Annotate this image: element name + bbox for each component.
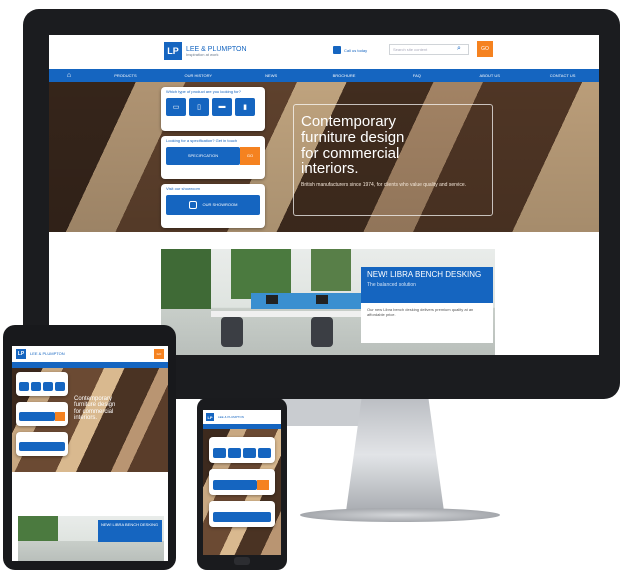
hero-banner: Contemporary furniture design for commer… <box>49 82 599 232</box>
tablet-office-photo: NEW! LIBRA BENCH DESKING <box>18 516 164 561</box>
hero-subtitle: British manufacturers since 1974, for cl… <box>301 182 467 188</box>
phone-specification-card[interactable] <box>209 469 275 495</box>
hero-title-line-4: interiors. <box>301 160 359 178</box>
product-type-label: Which type of product are you looking fo… <box>166 89 241 94</box>
showroom-button[interactable]: OUR SHOWROOM <box>166 194 260 215</box>
office-photo: NEW! LIBRA BENCH DESKING The balanced so… <box>161 249 495 355</box>
search-go-button[interactable]: GO <box>477 41 493 57</box>
tablet-specification-card[interactable] <box>16 402 68 426</box>
phone-device: LP LEE & PLUMPTON <box>197 398 287 570</box>
devices-mockup: LP LEE & PLUMPTON Inspiration at work Ca… <box>0 0 622 570</box>
seating-icon[interactable]: ▯ <box>189 97 209 116</box>
monitor-stand-base <box>300 508 500 522</box>
main-nav: ⌂ PRODUCTS OUR HISTORY NEWS BROCHURE FAQ… <box>49 69 599 82</box>
phone-label: Call us today <box>344 47 368 53</box>
phone-showroom-card[interactable] <box>209 501 275 527</box>
tablet-brand-logo[interactable]: LP LEE & PLUMPTON <box>16 349 65 359</box>
site-header: LP LEE & PLUMPTON Inspiration at work Ca… <box>49 35 599 69</box>
desk-icon[interactable]: ▭ <box>166 97 186 116</box>
phone-hero <box>203 429 281 555</box>
screen-icon[interactable]: ▮ <box>235 97 255 116</box>
nav-home-icon[interactable]: ⌂ <box>49 69 89 82</box>
tablet-search-go-button[interactable]: GO <box>154 349 164 359</box>
showroom-label: Visit our showroom <box>166 186 200 191</box>
storage-icon[interactable]: ▬ <box>212 97 232 116</box>
nav-item-products[interactable]: PRODUCTS <box>89 69 162 82</box>
specification-card: Looking for a specification? Get in touc… <box>161 136 265 179</box>
specification-label: Looking for a specification? Get in touc… <box>166 138 238 143</box>
phone-icon <box>333 46 341 54</box>
brand-logo[interactable]: LP LEE & PLUMPTON Inspiration at work <box>164 42 247 60</box>
phone-screen: LP LEE & PLUMPTON <box>203 410 281 555</box>
brand-tagline: Inspiration at work <box>186 51 219 57</box>
product-type-card: Which type of product are you looking fo… <box>161 87 265 131</box>
hero-title-line-2: furniture design <box>301 128 405 146</box>
nav-item-brochure[interactable]: BROCHURE <box>308 69 381 82</box>
logo-mark-icon: LP <box>164 42 182 60</box>
nav-item-faq[interactable]: FAQ <box>380 69 453 82</box>
search-icon[interactable]: ⌕ <box>457 45 461 53</box>
phone-brand-logo[interactable]: LP LEE & PLUMPTON <box>206 413 244 421</box>
desktop-screen: LP LEE & PLUMPTON Inspiration at work Ca… <box>49 35 599 355</box>
tablet-showroom-card[interactable] <box>16 432 68 456</box>
specification-button[interactable]: SPECIFICATION <box>166 146 240 165</box>
tablet-screen: LP LEE & PLUMPTON GO Contemporary furnit… <box>12 346 168 561</box>
instagram-icon <box>188 200 197 209</box>
tablet-device: LP LEE & PLUMPTON GO Contemporary furnit… <box>3 325 176 570</box>
office-chair <box>221 317 243 347</box>
nav-item-news[interactable]: NEWS <box>235 69 308 82</box>
promo-banner[interactable]: NEW! LIBRA BENCH DESKING The balanced so… <box>361 267 493 303</box>
phone-product-type-card[interactable] <box>209 437 275 463</box>
hero-text: Contemporary furniture design for commer… <box>301 114 481 188</box>
nav-item-contact[interactable]: CONTACT US <box>526 69 599 82</box>
specification-go-button[interactable]: GO <box>240 146 260 165</box>
plant-foliage <box>161 249 211 309</box>
promo-title: NEW! LIBRA BENCH DESKING <box>367 270 482 279</box>
hero-title-line-3: for commercial <box>301 144 400 162</box>
tablet-hero-text: Contemporary furniture design for commer… <box>74 396 116 421</box>
tablet-promo-banner[interactable]: NEW! LIBRA BENCH DESKING <box>98 520 162 542</box>
tablet-product-type-card[interactable] <box>16 372 68 396</box>
nav-item-about[interactable]: ABOUT US <box>453 69 526 82</box>
showroom-card: Visit our showroom OUR SHOWROOM <box>161 184 265 228</box>
tablet-hero: Contemporary furniture design for commer… <box>12 368 168 472</box>
promo-subtitle: The balanced solution <box>367 281 416 288</box>
promo-body: Our new Libra bench desking delivers pre… <box>361 303 493 343</box>
phone-home-button[interactable] <box>234 557 250 565</box>
phone-contact[interactable]: Call us today <box>333 46 367 54</box>
hero-title-line-1: Contemporary <box>301 113 397 130</box>
nav-item-history[interactable]: OUR HISTORY <box>162 69 235 82</box>
